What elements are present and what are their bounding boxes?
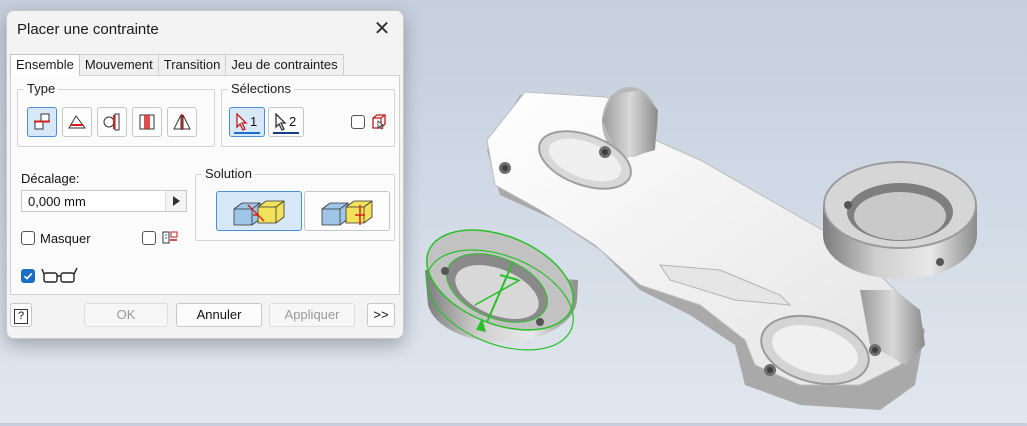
selection-2-button[interactable]: 2 xyxy=(268,107,304,137)
preview-checkbox[interactable] xyxy=(21,269,35,283)
offset-arrow-button[interactable] xyxy=(165,191,186,211)
mate-icon xyxy=(34,113,50,130)
ok-button[interactable]: OK xyxy=(84,303,168,327)
help-icon: ? xyxy=(14,309,28,324)
symmetry-icon xyxy=(173,114,191,130)
offset-field[interactable] xyxy=(21,190,187,212)
selections-group-label: Sélections xyxy=(228,81,294,96)
type-group: Type xyxy=(17,81,215,147)
bearing-ring-selected[interactable] xyxy=(412,210,588,369)
cancel-button[interactable]: Annuler xyxy=(176,303,262,327)
checkmark-icon xyxy=(23,272,33,280)
cursor-arrow-icon xyxy=(275,113,287,131)
predict-offset-icon xyxy=(162,231,178,244)
flush-solution-button[interactable] xyxy=(304,191,390,231)
mate-button[interactable] xyxy=(27,107,57,137)
insert-icon xyxy=(139,114,155,130)
selection-1-button[interactable]: 1 xyxy=(229,107,265,137)
place-constraint-dialog: Placer une contrainte ✕ Ensemble Mouveme… xyxy=(6,10,404,339)
offset-input[interactable] xyxy=(22,191,168,211)
flush-solution-icon xyxy=(321,200,373,226)
tab-ensemble[interactable]: Ensemble xyxy=(10,54,80,76)
tab-strip: Ensemble Mouvement Transition Jeu de con… xyxy=(10,54,344,76)
selection-1-number: 1 xyxy=(250,114,258,129)
tab-jeu-de-contraintes[interactable]: Jeu de contraintes xyxy=(225,54,344,75)
angle-icon xyxy=(68,115,86,129)
mate-solution-icon xyxy=(233,200,285,226)
tangent-icon xyxy=(103,113,120,131)
angle-button[interactable] xyxy=(62,107,92,137)
tab-panel-ensemble: Type Sélections 1 2 Décalage: 0,000 mm S… xyxy=(10,75,400,295)
close-icon[interactable]: ✕ xyxy=(369,17,395,41)
apply-button[interactable]: Appliquer xyxy=(269,303,355,327)
play-arrow-icon xyxy=(173,196,180,206)
solution-group: Solution xyxy=(195,166,395,241)
dialog-title: Placer une contrainte xyxy=(17,21,159,38)
first-occurrence-icon xyxy=(372,114,386,130)
cursor-arrow-icon xyxy=(236,113,248,131)
first-occurrence-checkbox[interactable] xyxy=(351,115,365,129)
type-group-label: Type xyxy=(24,81,59,96)
glasses-icon xyxy=(41,267,78,283)
offset-label: Décalage: xyxy=(21,171,80,186)
selection-2-number: 2 xyxy=(289,114,297,129)
dialog-titlebar[interactable]: Placer une contrainte ✕ xyxy=(7,11,403,49)
tangent-button[interactable] xyxy=(97,107,127,137)
bearing-ring-right[interactable] xyxy=(823,161,977,279)
predict-offset-checkbox[interactable] xyxy=(142,231,156,245)
selection-1-underline xyxy=(234,132,260,134)
selection-2-underline xyxy=(273,132,299,134)
symmetry-button[interactable] xyxy=(167,107,197,137)
more-button[interactable]: >> xyxy=(367,303,395,327)
tab-mouvement[interactable]: Mouvement xyxy=(78,54,159,75)
insert-button[interactable] xyxy=(132,107,162,137)
help-button[interactable]: ? xyxy=(10,303,32,327)
mate-solution-button[interactable] xyxy=(216,191,302,231)
solution-group-label: Solution xyxy=(202,166,255,181)
hide-checkbox[interactable] xyxy=(21,231,35,245)
tab-transition[interactable]: Transition xyxy=(157,54,227,75)
selections-group: Sélections 1 2 xyxy=(221,81,395,147)
hide-label: Masquer xyxy=(40,231,91,246)
